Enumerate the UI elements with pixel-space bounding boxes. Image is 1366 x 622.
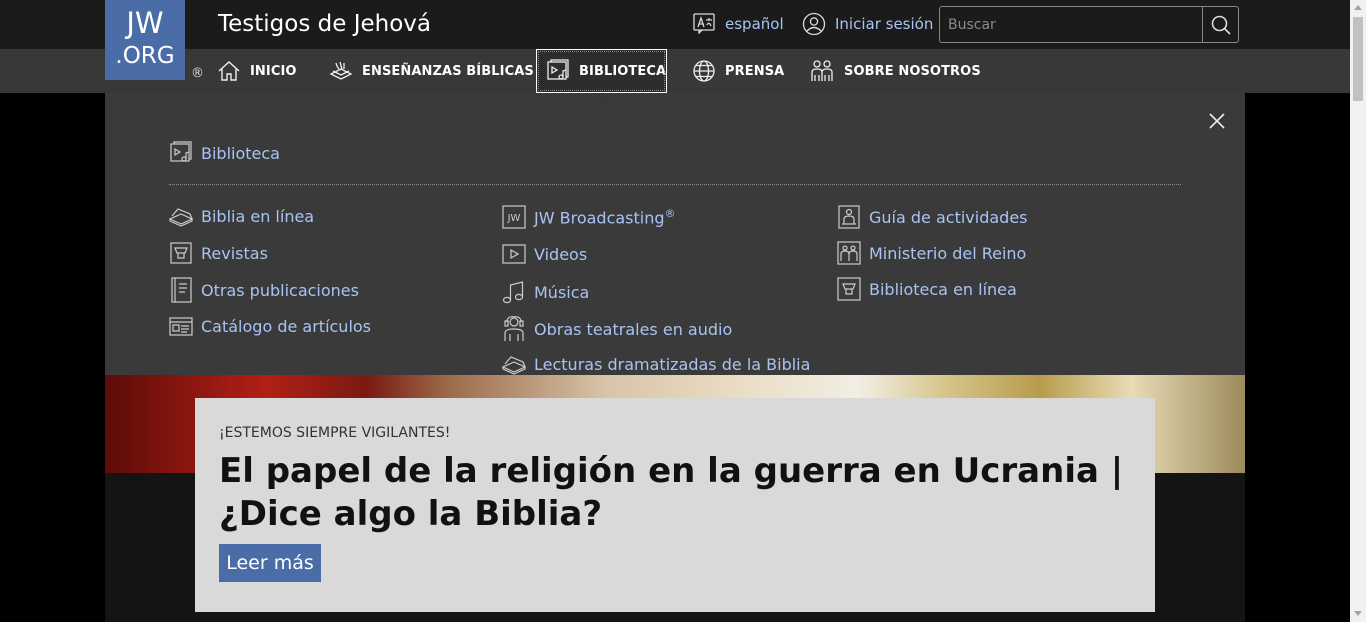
menu-item-musica[interactable]: Música [502, 280, 589, 304]
nav-label: ENSEÑANZAS BÍBLICAS [362, 63, 534, 79]
registered-mark: ® [191, 66, 204, 81]
audio-drama-icon [502, 316, 526, 342]
home-icon [217, 59, 241, 83]
menu-label: Biblia en línea [201, 206, 315, 226]
nav-label: PRENSA [725, 63, 785, 79]
nav-item-ensenanzas[interactable]: ENSEÑANZAS BÍBLICAS [329, 49, 534, 93]
jw-org-logo[interactable]: JW .ORG [105, 0, 185, 80]
scroll-down-arrow-icon[interactable] [1354, 611, 1362, 616]
menu-label: Biblioteca en línea [869, 279, 1017, 299]
menu-label: Revistas [201, 243, 268, 263]
menu-item-lecturas-dramatizadas[interactable]: Lecturas dramatizadas de la Biblia [502, 353, 810, 375]
nav-label: SOBRE NOSOTROS [844, 63, 981, 79]
scroll-up-arrow-icon[interactable] [1354, 5, 1362, 10]
bible-teaching-icon [329, 59, 353, 83]
user-icon [802, 12, 826, 36]
library-dropdown-panel: Biblioteca Biblia en línea Revistas Otra… [105, 93, 1245, 375]
nav-item-sobre-nosotros[interactable]: SOBRE NOSOTROS [810, 49, 981, 93]
site-title[interactable]: Testigos de Jehová [218, 9, 431, 39]
svg-text:JW: JW [507, 213, 521, 224]
search-input[interactable] [940, 7, 1202, 42]
activity-guide-icon [837, 205, 861, 229]
publications-icon [169, 277, 193, 303]
nav-label: INICIO [250, 63, 297, 79]
magazine-icon [169, 241, 193, 265]
menu-item-biblia-en-linea[interactable]: Biblia en línea [169, 205, 314, 227]
menu-label: Música [534, 282, 590, 302]
menu-label: Videos [534, 244, 588, 264]
menu-item-catalogo[interactable]: Catálogo de artículos [169, 314, 371, 338]
hero-card: ¡ESTEMOS SIEMPRE VIGILANTES! El papel de… [195, 398, 1155, 612]
search-button[interactable] [1202, 7, 1238, 42]
search-icon [1210, 14, 1232, 36]
menu-label: Otras publicaciones [201, 280, 359, 300]
panel-heading-link[interactable]: Biblioteca [169, 141, 280, 165]
login-label[interactable]: Iniciar sesión [835, 15, 933, 33]
library-icon [169, 141, 193, 165]
library-icon [546, 59, 570, 83]
close-button[interactable] [1208, 112, 1226, 130]
hero-kicker: ¡ESTEMOS SIEMPRE VIGILANTES! [219, 425, 451, 441]
menu-item-ministerio-del-reino[interactable]: Ministerio del Reino [837, 241, 1026, 265]
nav-item-biblioteca[interactable]: BIBLIOTECA [536, 49, 667, 93]
active-nav-caret [592, 93, 612, 102]
nav-item-inicio[interactable]: INICIO [217, 49, 297, 93]
dramatized-bible-icon [502, 353, 526, 375]
language-selector[interactable]: español [693, 13, 784, 34]
menu-label: JW Broadcasting® [534, 206, 676, 228]
jw-broadcasting-icon: JW [502, 205, 526, 229]
globe-icon [692, 59, 716, 83]
menu-item-jw-broadcasting[interactable]: JW JW Broadcasting® [502, 205, 676, 229]
menu-item-otras-publicaciones[interactable]: Otras publicaciones [169, 277, 359, 303]
panel-heading: Biblioteca [201, 143, 280, 163]
logo-line-2: .ORG [115, 43, 175, 69]
login-link[interactable]: Iniciar sesión [802, 12, 933, 36]
kingdom-ministry-icon [837, 241, 861, 265]
panel-divider [169, 184, 1181, 185]
online-library-icon [837, 277, 861, 301]
catalog-icon [169, 314, 193, 338]
menu-label: Lecturas dramatizadas de la Biblia [534, 354, 811, 374]
hero-headline[interactable]: El papel de la religión en la guerra en … [219, 450, 1129, 536]
menu-label: Guía de actividades [869, 207, 1028, 227]
nav-label: BIBLIOTECA [579, 63, 667, 79]
menu-label: Ministerio del Reino [869, 243, 1027, 263]
close-icon [1208, 112, 1226, 130]
scrollbar-thumb[interactable] [1353, 17, 1363, 101]
menu-label: Obras teatrales en audio [534, 319, 733, 339]
music-icon [502, 280, 526, 304]
search-box [939, 6, 1239, 43]
registered-sup: ® [664, 206, 676, 220]
menu-item-biblioteca-en-linea[interactable]: Biblioteca en línea [837, 277, 1017, 301]
menu-item-obras-teatrales[interactable]: Obras teatrales en audio [502, 316, 732, 342]
language-label[interactable]: español [725, 15, 784, 33]
logo-line-1: JW [126, 6, 164, 40]
menu-item-revistas[interactable]: Revistas [169, 241, 268, 265]
video-icon [502, 244, 526, 264]
menu-label: Catálogo de artículos [201, 316, 372, 336]
open-bible-icon [169, 205, 193, 227]
language-icon [693, 13, 716, 34]
read-more-button[interactable]: Leer más [219, 544, 321, 582]
menu-item-videos[interactable]: Videos [502, 244, 587, 264]
nav-item-prensa[interactable]: PRENSA [692, 49, 784, 93]
page-scrollbar[interactable] [1350, 0, 1366, 622]
people-icon [810, 59, 835, 83]
menu-item-guia-de-actividades[interactable]: Guía de actividades [837, 205, 1028, 229]
top-header: Testigos de Jehová español Iniciar sesió… [0, 0, 1350, 49]
